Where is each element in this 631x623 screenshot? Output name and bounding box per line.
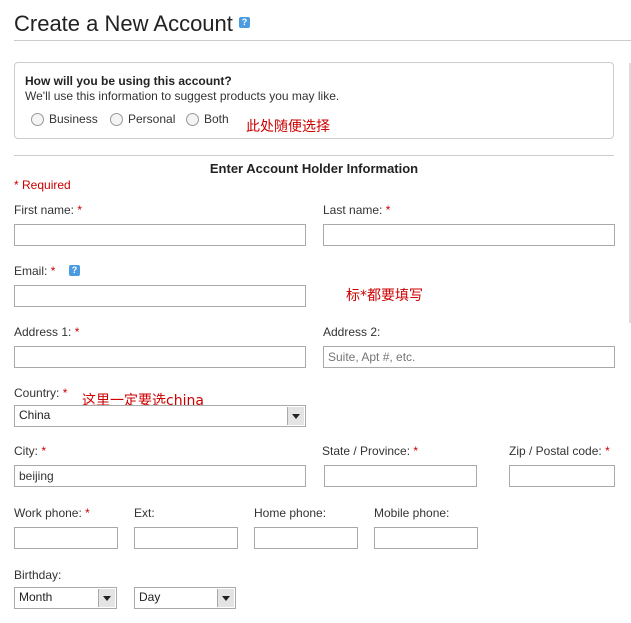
ext-input[interactable] [134, 527, 238, 549]
city-label-text: City: [14, 444, 38, 458]
required-marker: * [41, 444, 47, 458]
email-label: Email: * [14, 264, 55, 278]
required-marker: * [85, 506, 90, 520]
required-marker: * [77, 203, 83, 217]
email-label-text: Email: [14, 264, 48, 278]
email-input[interactable] [14, 285, 306, 307]
work-phone-label-text: Work phone: [14, 506, 82, 520]
radio-business[interactable] [31, 113, 44, 126]
section-divider [14, 155, 614, 156]
city-label: City: * [14, 444, 46, 458]
address1-input[interactable] [14, 346, 306, 368]
usage-question: How will you be using this account? [25, 74, 232, 88]
last-name-input[interactable] [323, 224, 615, 246]
chevron-down-icon[interactable] [98, 589, 115, 607]
required-note-text: * Required [14, 178, 71, 192]
ext-label: Ext: [134, 506, 155, 520]
address2-label: Address 2: [323, 325, 381, 339]
help-icon[interactable]: ? [239, 17, 250, 28]
required-marker: * [413, 444, 419, 458]
country-label: Country: * [14, 386, 67, 400]
required-marker: * [50, 264, 56, 278]
country-value: China [19, 408, 51, 422]
last-name-label-text: Last name: [323, 203, 383, 217]
page-title: Create a New Account [14, 11, 233, 36]
country-label-text: Country: [14, 386, 60, 400]
state-label: State / Province: * [322, 444, 418, 458]
required-marker: * [385, 203, 391, 217]
required-note: * Required [14, 178, 71, 192]
chevron-down-icon[interactable] [217, 589, 234, 607]
radio-personal[interactable] [110, 113, 123, 126]
country-select[interactable]: China [14, 405, 306, 427]
zip-label-text: Zip / Postal code: [509, 444, 602, 458]
zip-label: Zip / Postal code: * [509, 444, 610, 458]
last-name-label: Last name: * [323, 203, 390, 217]
zip-input[interactable] [509, 465, 615, 487]
radio-personal-label[interactable]: Personal [128, 112, 175, 126]
address1-label: Address 1: * [14, 325, 79, 339]
birthday-month-value: Month [19, 590, 53, 604]
home-phone-label: Home phone: [254, 506, 327, 520]
section-title: Enter Account Holder Information [209, 161, 419, 176]
birthday-day-value: Day [139, 590, 161, 604]
usage-subtext: We'll use this information to suggest pr… [25, 89, 340, 103]
title-divider [14, 40, 631, 41]
email-annotation: 标*都要填写 [346, 288, 423, 304]
state-input[interactable] [324, 465, 477, 487]
birthday-day-select[interactable]: Day [134, 587, 236, 609]
work-phone-label: Work phone: * [14, 506, 90, 520]
required-marker: * [605, 444, 610, 458]
home-phone-input[interactable] [254, 527, 358, 549]
required-marker: * [74, 325, 80, 339]
radio-both-label[interactable]: Both [204, 112, 229, 126]
email-help-icon[interactable]: ? [69, 265, 80, 276]
first-name-input[interactable] [14, 224, 306, 246]
mobile-phone-input[interactable] [374, 527, 478, 549]
mobile-phone-label: Mobile phone: [374, 506, 450, 520]
required-marker: * [62, 386, 68, 400]
city-input[interactable] [14, 465, 306, 487]
first-name-label-text: First name: [14, 203, 75, 217]
work-phone-input[interactable] [14, 527, 118, 549]
address1-label-text: Address 1: [14, 325, 72, 339]
address2-input[interactable] [323, 346, 615, 368]
first-name-label: First name: * [14, 203, 82, 217]
state-label-text: State / Province: [322, 444, 411, 458]
birthday-label: Birthday: [14, 568, 62, 582]
chevron-down-icon[interactable] [287, 407, 304, 425]
birthday-month-select[interactable]: Month [14, 587, 117, 609]
radio-business-label[interactable]: Business [49, 112, 98, 126]
usage-annotation: 此处随便选择 [246, 119, 330, 135]
radio-both[interactable] [186, 113, 199, 126]
